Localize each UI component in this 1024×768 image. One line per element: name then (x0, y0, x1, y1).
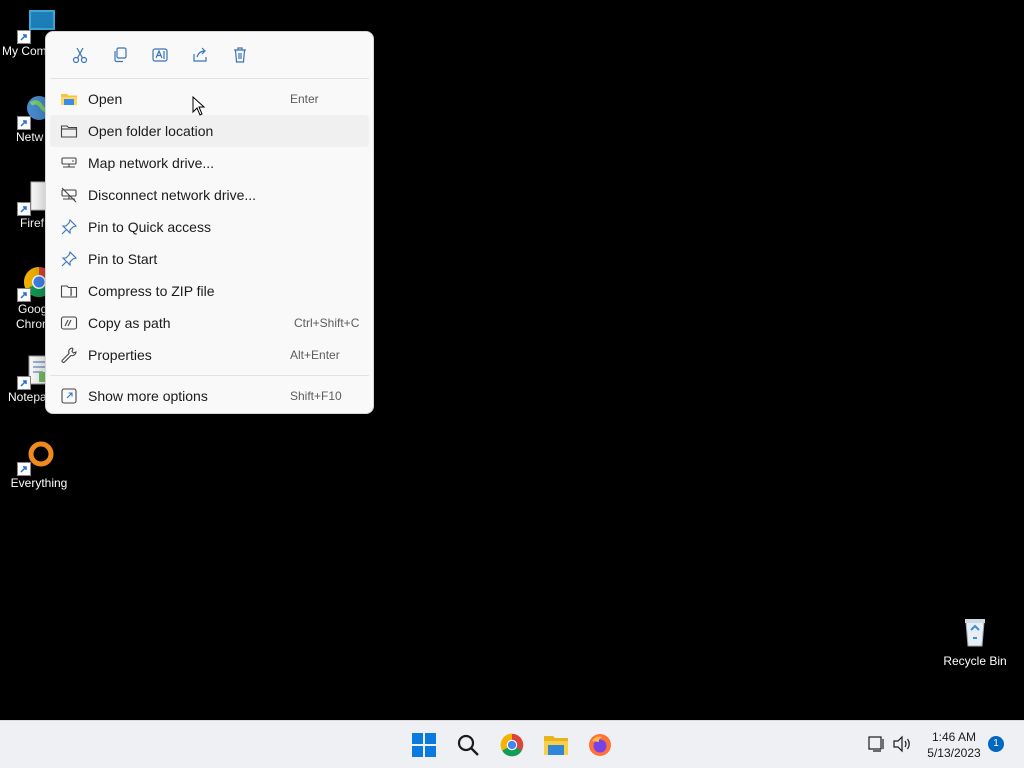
menu-item-label: Copy as path (88, 315, 171, 331)
desktop-icon-everything[interactable]: Everything (0, 440, 78, 491)
menu-item-label: Map network drive... (88, 155, 215, 171)
file-explorer-icon (544, 736, 568, 755)
menu-item-shortcut: Ctrl+Shift+C (294, 316, 360, 330)
menu-item-shortcut: Alt+Enter (290, 348, 340, 362)
file-explorer-taskbar-button[interactable] (540, 729, 572, 761)
firefox-taskbar-button[interactable] (584, 729, 616, 761)
desktop-icon-recycle-bin[interactable]: Recycle Bin (940, 616, 1010, 668)
trash-icon (234, 47, 246, 63)
share-button[interactable] (180, 37, 220, 73)
network-drive-icon (61, 157, 77, 168)
menu-item-pin-to-start[interactable]: Pin to Start (50, 243, 369, 275)
chrome-taskbar-button[interactable] (496, 729, 528, 761)
zip-icon (60, 285, 78, 298)
volume-icon[interactable] (892, 735, 912, 753)
share-icon (193, 47, 207, 62)
menu-item-label: Properties (88, 347, 152, 363)
context-menu-toolbar (46, 32, 373, 78)
menu-item-label: Open folder location (88, 123, 214, 139)
menu-item-shortcut: Shift+F10 (290, 389, 342, 403)
pin-icon (61, 218, 78, 235)
recycle-bin-label: Recycle Bin (943, 654, 1007, 668)
desktop-icon-label: Everything (10, 476, 68, 490)
cut-button[interactable] (60, 37, 100, 73)
search-icon (457, 734, 479, 756)
recycle-bin-icon (959, 616, 991, 648)
network-icon[interactable] (867, 735, 887, 753)
menu-item-copy-as-path[interactable]: Copy as path Ctrl+Shift+C (50, 307, 369, 339)
menu-item-show-more-options[interactable]: Show more options Shift+F10 (50, 380, 369, 412)
everything-icon (17, 440, 55, 476)
menu-item-map-network-drive[interactable]: Map network drive... (50, 147, 369, 179)
menu-item-label: Show more options (88, 388, 208, 404)
folder-outline-icon (60, 125, 78, 138)
start-button[interactable] (408, 729, 440, 761)
context-menu: Open Enter Open folder location Map netw… (45, 31, 374, 414)
scissors-icon (72, 47, 88, 64)
disconnect-drive-icon (61, 187, 77, 203)
menu-item-compress-to-zip[interactable]: Compress to ZIP file (50, 275, 369, 307)
taskbar: 1:46 AM 5/13/2023 (0, 720, 1024, 768)
copy-icon (114, 47, 127, 63)
menu-item-shortcut: Enter (290, 92, 319, 106)
more-options-icon (61, 388, 77, 404)
notification-badge[interactable]: 1 (988, 736, 1004, 752)
start-icon (412, 733, 436, 757)
search-button[interactable] (452, 729, 484, 761)
menu-item-label: Pin to Start (88, 251, 158, 267)
menu-item-disconnect-network-drive[interactable]: Disconnect network drive... (50, 179, 369, 211)
firefox-icon (589, 734, 611, 756)
copy-path-icon (60, 316, 78, 330)
menu-item-properties[interactable]: Properties Alt+Enter (50, 339, 369, 371)
wrench-icon (61, 347, 77, 363)
menu-item-pin-to-quick-access[interactable]: Pin to Quick access (50, 211, 369, 243)
pin-icon (61, 250, 78, 267)
menu-item-label: Compress to ZIP file (88, 283, 215, 299)
menu-item-label: Open (88, 91, 123, 107)
menu-item-label: Disconnect network drive... (88, 187, 257, 203)
clock-date: 5/13/2023 (927, 746, 981, 760)
mouse-cursor-icon (192, 96, 206, 116)
menu-item-open[interactable]: Open Enter (50, 83, 369, 115)
clock-time: 1:46 AM (931, 730, 977, 744)
menu-item-label: Pin to Quick access (88, 219, 211, 235)
rename-icon (152, 48, 168, 62)
rename-button[interactable] (140, 37, 180, 73)
system-clock[interactable]: 1:46 AM 5/13/2023 (918, 729, 990, 761)
folder-yellow-icon (61, 94, 77, 105)
chrome-icon (500, 733, 524, 757)
delete-button[interactable] (220, 37, 260, 73)
copy-button[interactable] (100, 37, 140, 73)
menu-item-open-folder-location[interactable]: Open folder location (50, 115, 369, 147)
